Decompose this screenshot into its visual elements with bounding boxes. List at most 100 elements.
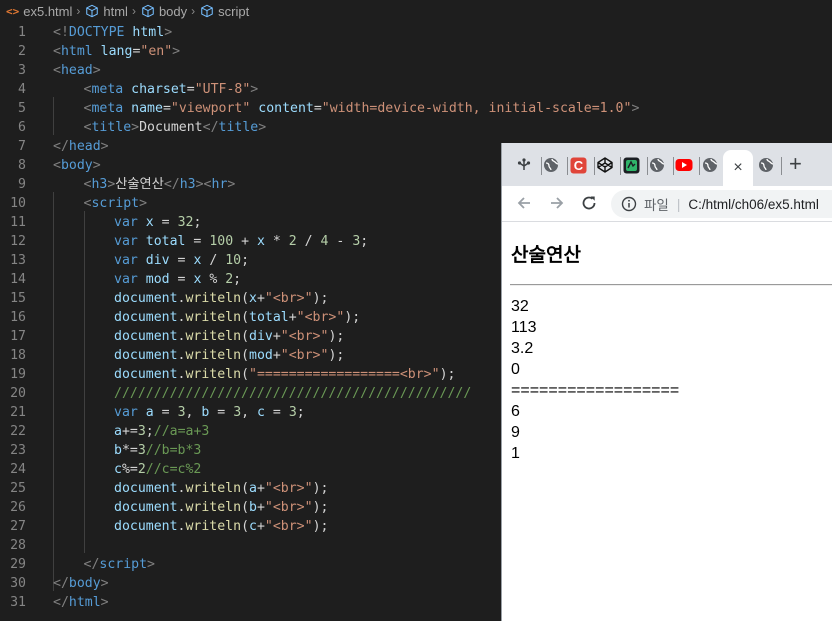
code-token: head: [60, 63, 93, 78]
tab-separator: [594, 157, 595, 175]
code-token: document: [114, 329, 178, 344]
code-token: c: [249, 519, 257, 534]
code-line[interactable]: 5 <meta name="viewport" content="width=de…: [0, 99, 832, 118]
code-token: Document: [139, 120, 203, 135]
output-line: 6: [511, 403, 520, 420]
code-token: //b=b*3: [145, 443, 202, 458]
line-number: 15: [10, 291, 26, 306]
code-line[interactable]: 1 <!DOCTYPE html>: [0, 23, 832, 42]
code-token: =: [153, 405, 178, 420]
code-token: =: [209, 405, 234, 420]
code-token: +=: [121, 424, 138, 439]
tab-globe[interactable]: [701, 156, 719, 174]
reload-icon: [582, 196, 596, 210]
code-token: <: [53, 44, 61, 59]
code-token: document: [114, 519, 178, 534]
breadcrumb-body[interactable]: body: [141, 4, 187, 19]
breadcrumb-file[interactable]: <> ex5.html: [6, 4, 72, 19]
code-token: mod: [145, 272, 170, 287]
github-icon: [517, 158, 531, 170]
line-number: 27: [10, 519, 26, 534]
code-token: head: [68, 139, 101, 154]
code-token: );: [344, 310, 361, 325]
tab-separator: [620, 157, 621, 175]
code-token: (: [241, 291, 250, 306]
tab-github[interactable]: [515, 156, 533, 174]
code-token: +: [256, 291, 265, 306]
tab-c-app[interactable]: C: [569, 156, 587, 174]
code-token: "<br>": [280, 329, 329, 344]
breadcrumb-html[interactable]: html: [85, 4, 128, 19]
html-file-icon: <>: [6, 4, 20, 18]
code-token: ;: [360, 234, 369, 249]
code-token: );: [328, 329, 345, 344]
line-number: 25: [10, 481, 26, 496]
code-token: +: [256, 519, 265, 534]
code-token: "<br>": [264, 500, 313, 515]
tab-separator: [567, 157, 568, 175]
code-token: "<br>": [264, 291, 313, 306]
code-token: "<br>": [264, 519, 313, 534]
code-token: );: [439, 367, 456, 382]
forward-button[interactable]: [546, 192, 568, 214]
address-url[interactable]: C:/html/ch06/ex5.html: [688, 197, 819, 212]
line-number: 20: [10, 386, 26, 401]
code-token: =: [186, 82, 195, 97]
code-text: var a = 3, b = 3, c = 3;: [114, 403, 305, 422]
tab-separator: [781, 157, 782, 175]
code-token: html: [68, 595, 101, 610]
code-token: 100: [209, 234, 234, 249]
code-token: >: [147, 557, 155, 572]
code-token: (: [241, 500, 250, 515]
code-token: 산술연산: [115, 177, 164, 192]
code-token: );: [312, 481, 329, 496]
tab-globe[interactable]: [757, 156, 775, 174]
code-token: +: [272, 329, 281, 344]
line-number: 24: [10, 462, 26, 477]
code-token: writeln: [185, 519, 242, 534]
code-token: >: [100, 595, 109, 610]
code-token: 2: [137, 462, 146, 477]
code-token: >: [164, 25, 173, 40]
tab-youtube[interactable]: [675, 156, 693, 174]
code-token: ;: [296, 405, 305, 420]
browser-window: C × + 파일 | C:/html/ch06/ex5.html 산술연산 32…: [501, 143, 832, 621]
code-token: html: [60, 44, 93, 59]
breadcrumb: <> ex5.html › html › body › script: [0, 0, 832, 22]
code-text: <meta charset="UTF-8">: [84, 80, 259, 99]
code-token: h3: [179, 177, 196, 192]
code-text: document.writeln(a+"<br>");: [114, 479, 328, 498]
breadcrumb-script[interactable]: script: [200, 4, 249, 19]
code-token: -: [328, 234, 353, 249]
back-button[interactable]: [513, 192, 535, 214]
line-number: 23: [10, 443, 26, 458]
line-number: 17: [10, 329, 26, 344]
tab-green-app[interactable]: [622, 156, 640, 174]
code-token: x: [256, 234, 265, 249]
page-heading: 산술연산: [511, 245, 581, 266]
new-tab-button[interactable]: +: [789, 153, 802, 175]
code-token: </: [202, 120, 219, 135]
line-number: 11: [10, 215, 26, 230]
code-text: var total = 100 + x * 2 / 4 - 3;: [114, 232, 368, 251]
svg-text:C: C: [573, 158, 583, 173]
output-line: 9: [511, 424, 520, 441]
address-scheme-label: 파일: [644, 198, 669, 213]
code-token: "<br>": [280, 348, 329, 363]
code-token: a: [145, 405, 154, 420]
code-token: </: [53, 576, 69, 591]
breadcrumb-body-label: body: [158, 3, 188, 19]
tab-globe[interactable]: [542, 156, 560, 174]
reload-button[interactable]: [578, 192, 600, 214]
address-bar[interactable]: 파일 | C:/html/ch06/ex5.html: [611, 190, 832, 218]
close-tab-icon[interactable]: ×: [733, 159, 742, 177]
code-line[interactable]: 4 <meta charset="UTF-8">: [0, 80, 832, 99]
code-token: ;: [145, 424, 154, 439]
code-line[interactable]: 3 <head>: [0, 61, 832, 80]
tab-active[interactable]: ×: [723, 150, 753, 186]
tab-codepen[interactable]: [596, 156, 614, 174]
code-line[interactable]: 2 <html lang="en">: [0, 42, 832, 61]
code-line[interactable]: 6 <title>Document</title>: [0, 118, 832, 137]
tab-globe[interactable]: [648, 156, 666, 174]
